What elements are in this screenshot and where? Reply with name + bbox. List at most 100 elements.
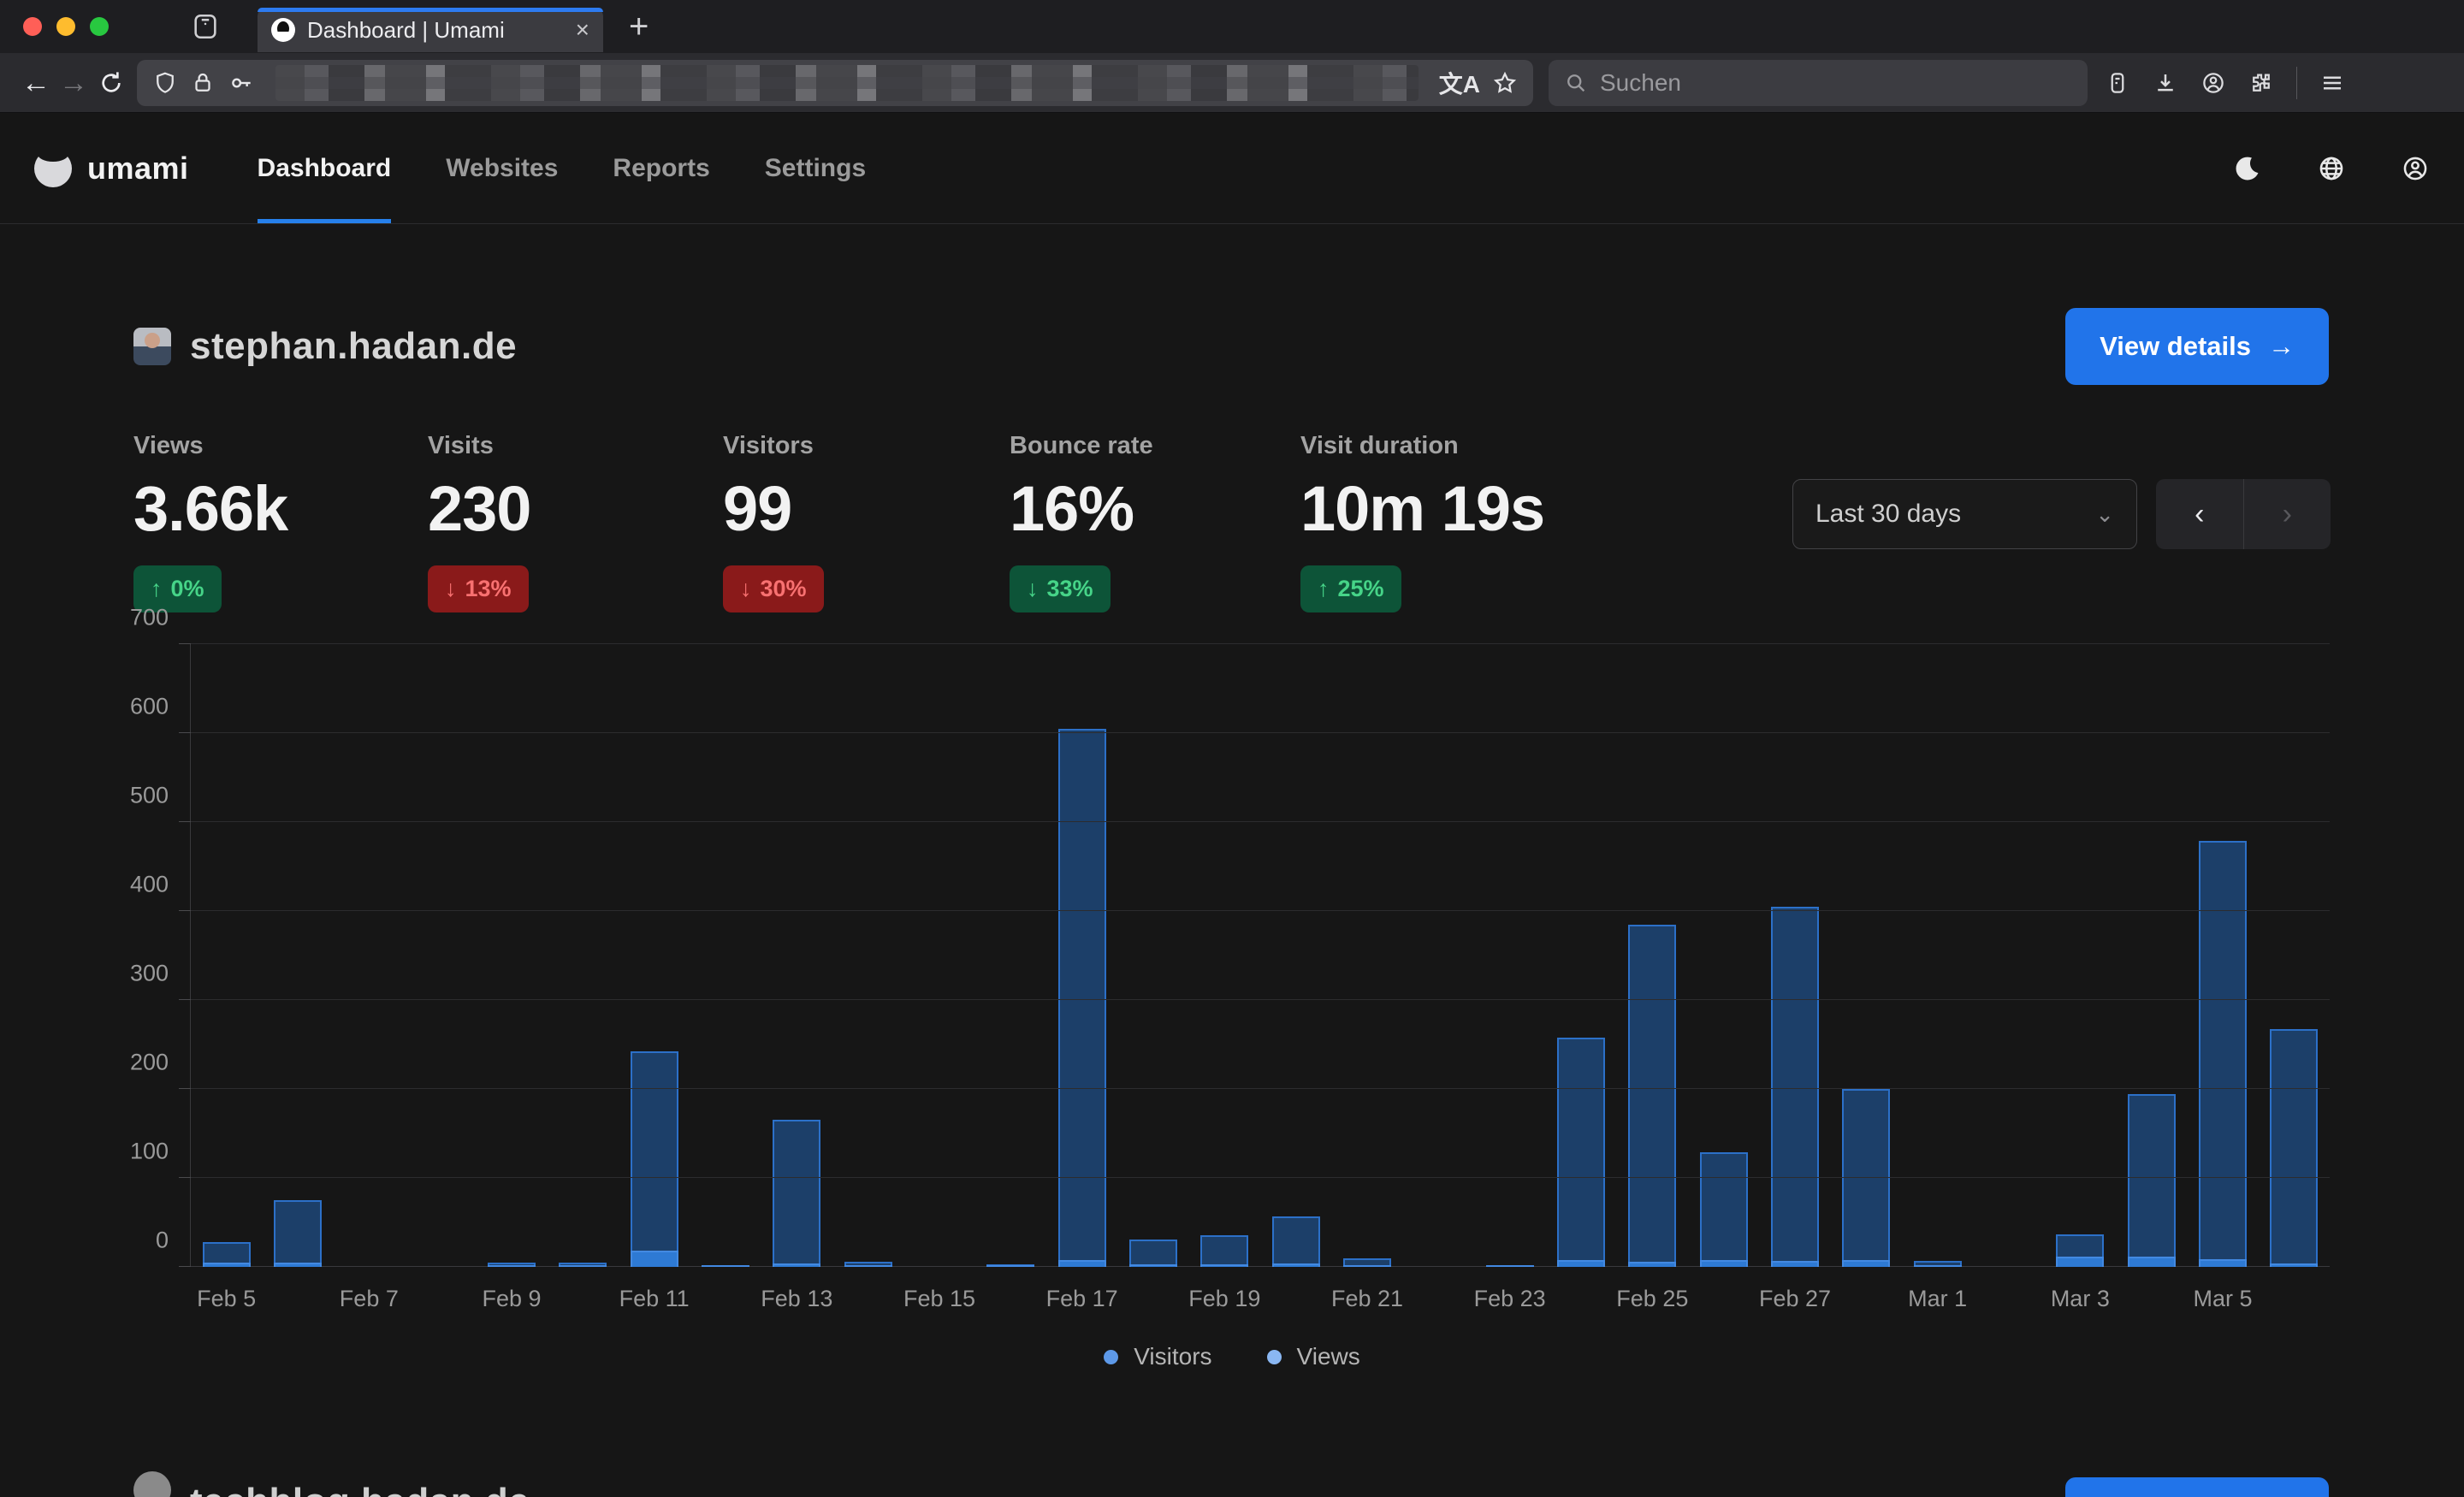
account-icon[interactable] bbox=[2200, 70, 2226, 96]
y-tick bbox=[179, 1088, 191, 1089]
next-site-title[interactable]: techblog.hadan.de bbox=[190, 1471, 530, 1497]
nav-item-reports[interactable]: Reports bbox=[613, 113, 709, 223]
x-axis-label: Feb 9 bbox=[482, 1286, 541, 1312]
nav-item-websites[interactable]: Websites bbox=[446, 113, 558, 223]
prev-period-button[interactable]: ‹ bbox=[2156, 479, 2244, 549]
visitors-bar bbox=[844, 1265, 892, 1267]
views-bar bbox=[2270, 1029, 2318, 1267]
date-range-select[interactable]: Last 30 days ⌄ bbox=[1792, 479, 2137, 549]
visitors-bar bbox=[2056, 1257, 2104, 1267]
chart-plot bbox=[191, 644, 2330, 1267]
visitors-bar bbox=[2128, 1257, 2176, 1267]
view-details-label: View details bbox=[2100, 331, 2251, 362]
views-bar bbox=[2199, 841, 2247, 1267]
visitors-bar bbox=[1058, 1260, 1106, 1267]
visitors-bar bbox=[274, 1263, 322, 1267]
chart-slot-feb-23 bbox=[1474, 644, 1545, 1267]
legend-item-visitors[interactable]: Visitors bbox=[1104, 1343, 1211, 1370]
extensions-icon[interactable] bbox=[2248, 70, 2274, 96]
site-title[interactable]: stephan.hadan.de bbox=[190, 325, 517, 368]
chart-slot-feb-15 bbox=[903, 644, 974, 1267]
metric-change-badge: ↑25% bbox=[1300, 565, 1401, 612]
x-axis-label: Feb 5 bbox=[197, 1286, 256, 1312]
arrow-down-icon: ↓ bbox=[740, 576, 752, 602]
views-bar bbox=[1842, 1089, 1890, 1267]
profile-icon[interactable] bbox=[2401, 154, 2430, 183]
chart-slot-feb-18 bbox=[1117, 644, 1188, 1267]
x-axis-label: Mar 5 bbox=[2193, 1286, 2252, 1312]
site-favicon bbox=[133, 328, 171, 365]
reload-icon[interactable] bbox=[92, 64, 130, 102]
x-axis-label: Feb 13 bbox=[761, 1286, 832, 1312]
arrow-up-icon: ↑ bbox=[1318, 576, 1330, 602]
zoom-window-button[interactable] bbox=[90, 17, 109, 36]
browser-tab[interactable]: Dashboard | Umami × bbox=[258, 8, 603, 52]
chart-slot-feb-25 bbox=[1617, 644, 1688, 1267]
chevron-left-icon: ‹ bbox=[2194, 498, 2204, 531]
y-axis-label: 0 bbox=[156, 1228, 169, 1254]
translate-icon[interactable]: 文A bbox=[1439, 66, 1480, 100]
key-icon[interactable] bbox=[228, 69, 255, 97]
tab-bar: Dashboard | Umami × + bbox=[0, 0, 2464, 53]
x-axis-label: Mar 3 bbox=[2051, 1286, 2110, 1312]
x-axis-label: Feb 15 bbox=[903, 1286, 975, 1312]
next-view-details-button[interactable]: View details → bbox=[2065, 1477, 2329, 1497]
bookmark-star-icon[interactable] bbox=[1492, 70, 1518, 96]
downloads-icon[interactable] bbox=[2153, 70, 2178, 96]
chart-slot-feb-27 bbox=[1759, 644, 1830, 1267]
next-period-button[interactable]: › bbox=[2244, 479, 2331, 549]
shield-icon[interactable] bbox=[152, 70, 178, 96]
firefox-view-icon[interactable] bbox=[191, 12, 220, 41]
views-bar bbox=[1200, 1235, 1248, 1267]
chart-slot-feb-12 bbox=[690, 644, 761, 1267]
views-bar bbox=[2128, 1094, 2176, 1267]
nav-item-dashboard[interactable]: Dashboard bbox=[258, 113, 392, 223]
metric-views: Views3.66k↑0% bbox=[133, 432, 428, 612]
close-window-button[interactable] bbox=[23, 17, 42, 36]
sidebar-icon[interactable] bbox=[2105, 70, 2130, 96]
x-axis-label: Feb 25 bbox=[1616, 1286, 1688, 1312]
visitors-bar bbox=[986, 1265, 1034, 1267]
view-details-button[interactable]: View details → bbox=[2065, 308, 2329, 385]
views-bar bbox=[1700, 1152, 1748, 1267]
metric-value: 99 bbox=[723, 472, 791, 545]
y-axis-label: 300 bbox=[130, 961, 169, 987]
search-bar[interactable]: Suchen bbox=[1549, 60, 2088, 106]
toolbar-divider bbox=[2296, 67, 2297, 99]
lock-icon[interactable] bbox=[190, 70, 216, 96]
site-header: stephan.hadan.de View details → bbox=[133, 308, 2329, 385]
visitors-bar bbox=[1486, 1265, 1534, 1267]
url-bar[interactable]: 文A bbox=[137, 60, 1533, 106]
chart-slot-feb-21 bbox=[1331, 644, 1402, 1267]
x-axis-label: Feb 19 bbox=[1188, 1286, 1260, 1312]
theme-toggle-moon-icon[interactable] bbox=[2233, 154, 2262, 183]
nav-item-settings[interactable]: Settings bbox=[765, 113, 866, 223]
views-bar bbox=[274, 1200, 322, 1267]
x-axis-label: Feb 23 bbox=[1474, 1286, 1546, 1312]
search-icon bbox=[1564, 71, 1588, 95]
new-tab-button[interactable]: + bbox=[629, 9, 649, 44]
nav-right bbox=[2233, 154, 2430, 183]
views-bar bbox=[1058, 729, 1106, 1267]
minimize-window-button[interactable] bbox=[56, 17, 75, 36]
chart-slot-mar-2 bbox=[1973, 644, 2044, 1267]
language-globe-icon[interactable] bbox=[2317, 154, 2346, 183]
x-axis-label: Feb 17 bbox=[1046, 1286, 1118, 1312]
brand[interactable]: umami bbox=[34, 150, 189, 187]
visitors-bar bbox=[2199, 1259, 2247, 1267]
visitors-bar bbox=[1272, 1263, 1320, 1267]
menu-icon[interactable] bbox=[2319, 70, 2345, 96]
arrow-up-icon: ↑ bbox=[151, 576, 163, 602]
gridline-y300 bbox=[191, 999, 2330, 1000]
back-icon[interactable]: ← bbox=[17, 64, 55, 102]
visitors-bar bbox=[1771, 1261, 1819, 1267]
next-site-favicon bbox=[133, 1471, 171, 1497]
legend-item-views[interactable]: Views bbox=[1267, 1343, 1360, 1370]
brand-name: umami bbox=[87, 151, 189, 186]
y-axis-label: 700 bbox=[130, 605, 169, 631]
visitors-bar bbox=[2270, 1263, 2318, 1267]
y-axis-label: 600 bbox=[130, 694, 169, 720]
metric-value: 230 bbox=[428, 472, 530, 545]
close-tab-icon[interactable]: × bbox=[576, 18, 589, 42]
chart-slot-feb-14 bbox=[832, 644, 903, 1267]
